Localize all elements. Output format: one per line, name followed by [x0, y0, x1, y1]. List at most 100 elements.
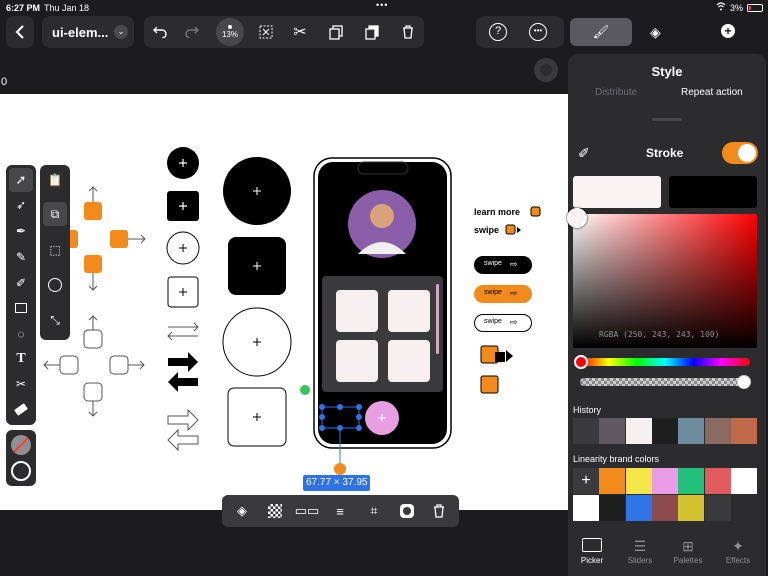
brand-swatch[interactable] [651, 468, 678, 494]
text-icon: T [16, 351, 26, 366]
rectangle-tool[interactable] [9, 296, 33, 320]
transform-tool[interactable]: ⬚ [43, 238, 67, 262]
plus-icon: + [581, 472, 591, 489]
undo-button[interactable] [148, 20, 172, 44]
hue-slider-handle[interactable] [574, 355, 588, 369]
history-swatch[interactable] [678, 418, 705, 444]
scale-tool[interactable]: ⤡ [43, 308, 67, 332]
paste-button[interactable] [360, 20, 384, 44]
history-swatch[interactable] [704, 418, 731, 444]
artboard[interactable]: learn more swipe swipe ⇨ swipe ⇨ swipe ⇨… [0, 94, 568, 510]
opacity-slider[interactable] [580, 375, 751, 389]
history-swatch[interactable] [730, 418, 757, 444]
select-tool[interactable]: ➚ [9, 168, 33, 192]
brand-swatch[interactable] [678, 495, 705, 521]
layers-stack-icon: ◈ [650, 24, 661, 40]
brand-swatch[interactable] [625, 495, 652, 521]
transparency-button[interactable] [264, 500, 286, 522]
orange-handle-right [110, 230, 128, 248]
duplicate-tool[interactable]: ⧉ [43, 202, 67, 226]
lasso-tool[interactable]: ◌ [9, 322, 33, 346]
brand-swatch[interactable] [599, 468, 626, 494]
align-button[interactable]: ▭▭ [295, 500, 320, 522]
history-swatch[interactable] [651, 418, 678, 444]
brand-swatch[interactable] [573, 495, 599, 521]
pencil-tool[interactable]: ✎ [9, 245, 33, 269]
color-picker-handle[interactable] [567, 208, 587, 228]
stroke-toggle[interactable] [722, 142, 758, 164]
brand-swatch[interactable] [625, 468, 652, 494]
scissors-tool[interactable]: ✂ [9, 372, 33, 396]
tool-palette: ➚ ➶ ✒ ✎ ✐ ◌ T ✂ [6, 165, 36, 425]
distribute-button[interactable]: ≡ [329, 500, 351, 522]
picker-icon [582, 538, 602, 552]
swipe-pill-black[interactable]: swipe ⇨ [474, 256, 532, 274]
history-swatch[interactable] [573, 418, 599, 444]
deselect-icon [259, 25, 273, 39]
layers-tab-button[interactable]: ◈ [650, 24, 661, 41]
clipboard-tool[interactable]: 📋 [43, 168, 67, 192]
sliders-icon: ☰ [633, 538, 647, 554]
brand-swatch[interactable] [704, 468, 731, 494]
swipe-pill-orange[interactable]: swipe ⇨ [474, 285, 532, 303]
brand-swatches: + [573, 468, 757, 522]
repeat-action-tab[interactable]: Repeat action [681, 87, 743, 98]
redo-button[interactable] [180, 20, 204, 44]
delete-button[interactable] [396, 20, 420, 44]
rgba-readout: RGBA (250, 243, 243, 100) [599, 330, 720, 339]
delete-selection-button[interactable] [428, 500, 450, 522]
copy-button[interactable] [324, 20, 348, 44]
add-button[interactable]: + [721, 24, 735, 38]
brand-swatch[interactable] [651, 495, 678, 521]
brand-swatch[interactable] [704, 495, 731, 521]
multitask-dots-icon[interactable]: ••• [376, 0, 388, 10]
mask-button[interactable] [396, 500, 418, 522]
brand-swatch[interactable] [678, 468, 705, 494]
pen-tool[interactable]: ✒ [9, 219, 33, 243]
brush-tool[interactable]: ✐ [9, 271, 33, 295]
tab-sliders[interactable]: ☰ Sliders [616, 536, 664, 576]
direct-select-tool[interactable]: ➶ [9, 193, 33, 217]
stroke-color-current[interactable] [573, 176, 661, 208]
back-button[interactable] [6, 16, 34, 48]
top-toolbar: ui-elem... ⌄ 13% ✂ ? ••• [0, 16, 568, 54]
crop-icon: ⌗ [370, 503, 378, 518]
deselect-button[interactable] [254, 20, 278, 44]
tab-picker[interactable]: Picker [568, 536, 616, 576]
text-tool[interactable]: T [9, 347, 33, 371]
help-button[interactable]: ? [486, 20, 510, 44]
opacity-slider-handle[interactable] [737, 375, 751, 389]
eraser-tool[interactable] [9, 397, 33, 421]
history-swatch[interactable] [625, 418, 652, 444]
rotate-tool[interactable] [43, 273, 67, 297]
tab-palettes-label: Palettes [673, 556, 703, 565]
eyedropper-icon[interactable]: ✐ [578, 145, 590, 162]
add-swatch-button[interactable]: + [573, 468, 599, 494]
brand-swatch[interactable] [599, 495, 626, 521]
stroke-swatch[interactable] [9, 459, 33, 483]
tab-effects[interactable]: ✦ Effects [714, 536, 762, 576]
tab-palettes[interactable]: ⊞ Palettes [664, 536, 712, 576]
drag-handle[interactable] [652, 118, 682, 121]
mask-icon [400, 504, 414, 518]
saturation-brightness-picker[interactable]: RGBA (250, 243, 243, 100) [567, 208, 757, 348]
history-swatch[interactable] [599, 418, 626, 444]
stroke-color-previous[interactable] [669, 176, 757, 208]
swipe-pill-outline[interactable]: swipe ⇨ [474, 314, 532, 332]
fill-swatch[interactable] [9, 433, 33, 457]
direct-pointer-icon: ➶ [15, 198, 27, 212]
transform-icon: ⬚ [49, 243, 61, 257]
distribute-tab[interactable]: Distribute [595, 87, 637, 98]
more-button[interactable]: ••• [526, 20, 550, 44]
canvas-indicator-button[interactable] [534, 58, 558, 82]
zoom-indicator[interactable]: 13% [216, 18, 244, 46]
crop-button[interactable]: ⌗ [363, 500, 385, 522]
cut-button[interactable]: ✂ [288, 20, 312, 44]
hue-slider[interactable] [574, 355, 750, 369]
layers-button[interactable]: ◈ [231, 500, 253, 522]
effects-icon: ✦ [732, 538, 744, 554]
brand-swatch[interactable] [730, 468, 757, 494]
style-tab-button[interactable]: 🖌 [570, 18, 632, 46]
stroke-label: Stroke [646, 146, 684, 160]
document-title-button[interactable]: ui-elem... ⌄ [42, 16, 134, 48]
